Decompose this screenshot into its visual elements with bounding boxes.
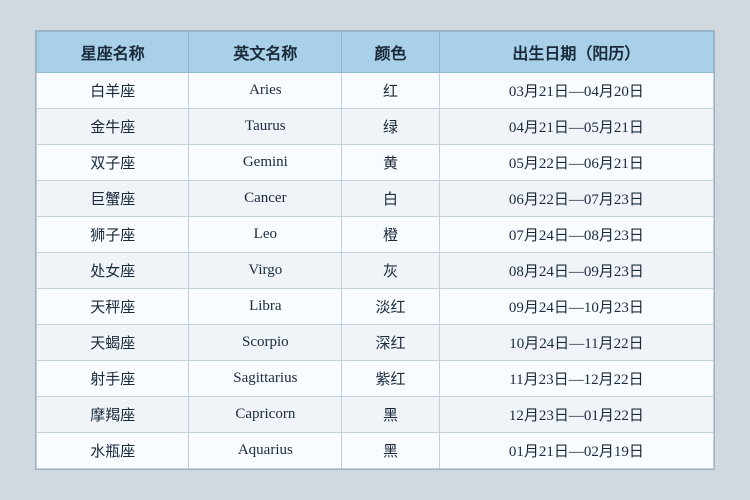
cell-r4-c1: Leo <box>189 217 342 253</box>
table-row: 摩羯座Capricorn黑12月23日—01月22日 <box>37 397 714 433</box>
table-body: 白羊座Aries红03月21日—04月20日金牛座Taurus绿04月21日—0… <box>37 73 714 469</box>
cell-r0-c1: Aries <box>189 73 342 109</box>
cell-r5-c3: 08月24日—09月23日 <box>439 253 713 289</box>
col-header-color: 颜色 <box>342 32 440 73</box>
cell-r8-c0: 射手座 <box>37 361 189 397</box>
cell-r10-c3: 01月21日—02月19日 <box>439 433 713 469</box>
cell-r1-c3: 04月21日—05月21日 <box>439 109 713 145</box>
cell-r0-c2: 红 <box>342 73 440 109</box>
col-header-english-name: 英文名称 <box>189 32 342 73</box>
cell-r3-c0: 巨蟹座 <box>37 181 189 217</box>
table-row: 双子座Gemini黄05月22日—06月21日 <box>37 145 714 181</box>
cell-r2-c1: Gemini <box>189 145 342 181</box>
cell-r6-c1: Libra <box>189 289 342 325</box>
cell-r5-c1: Virgo <box>189 253 342 289</box>
cell-r2-c0: 双子座 <box>37 145 189 181</box>
cell-r6-c3: 09月24日—10月23日 <box>439 289 713 325</box>
cell-r9-c0: 摩羯座 <box>37 397 189 433</box>
cell-r9-c1: Capricorn <box>189 397 342 433</box>
table-row: 天蝎座Scorpio深红10月24日—11月22日 <box>37 325 714 361</box>
col-header-birthdate: 出生日期（阳历） <box>439 32 713 73</box>
cell-r4-c2: 橙 <box>342 217 440 253</box>
cell-r9-c3: 12月23日—01月22日 <box>439 397 713 433</box>
cell-r5-c0: 处女座 <box>37 253 189 289</box>
table-row: 天秤座Libra淡红09月24日—10月23日 <box>37 289 714 325</box>
table-header-row: 星座名称 英文名称 颜色 出生日期（阳历） <box>37 32 714 73</box>
cell-r1-c2: 绿 <box>342 109 440 145</box>
cell-r3-c3: 06月22日—07月23日 <box>439 181 713 217</box>
cell-r8-c2: 紫红 <box>342 361 440 397</box>
cell-r1-c0: 金牛座 <box>37 109 189 145</box>
cell-r6-c2: 淡红 <box>342 289 440 325</box>
cell-r8-c1: Sagittarius <box>189 361 342 397</box>
cell-r7-c0: 天蝎座 <box>37 325 189 361</box>
cell-r10-c2: 黑 <box>342 433 440 469</box>
cell-r3-c1: Cancer <box>189 181 342 217</box>
cell-r8-c3: 11月23日—12月22日 <box>439 361 713 397</box>
table-row: 狮子座Leo橙07月24日—08月23日 <box>37 217 714 253</box>
cell-r7-c1: Scorpio <box>189 325 342 361</box>
table-row: 白羊座Aries红03月21日—04月20日 <box>37 73 714 109</box>
cell-r5-c2: 灰 <box>342 253 440 289</box>
col-header-chinese-name: 星座名称 <box>37 32 189 73</box>
cell-r10-c0: 水瓶座 <box>37 433 189 469</box>
cell-r2-c2: 黄 <box>342 145 440 181</box>
table-row: 水瓶座Aquarius黑01月21日—02月19日 <box>37 433 714 469</box>
cell-r0-c0: 白羊座 <box>37 73 189 109</box>
cell-r6-c0: 天秤座 <box>37 289 189 325</box>
cell-r3-c2: 白 <box>342 181 440 217</box>
cell-r2-c3: 05月22日—06月21日 <box>439 145 713 181</box>
zodiac-table-container: 星座名称 英文名称 颜色 出生日期（阳历） 白羊座Aries红03月21日—04… <box>35 30 715 470</box>
cell-r7-c3: 10月24日—11月22日 <box>439 325 713 361</box>
cell-r1-c1: Taurus <box>189 109 342 145</box>
cell-r0-c3: 03月21日—04月20日 <box>439 73 713 109</box>
zodiac-table: 星座名称 英文名称 颜色 出生日期（阳历） 白羊座Aries红03月21日—04… <box>36 31 714 469</box>
table-row: 巨蟹座Cancer白06月22日—07月23日 <box>37 181 714 217</box>
table-row: 射手座Sagittarius紫红11月23日—12月22日 <box>37 361 714 397</box>
cell-r9-c2: 黑 <box>342 397 440 433</box>
cell-r4-c3: 07月24日—08月23日 <box>439 217 713 253</box>
table-row: 金牛座Taurus绿04月21日—05月21日 <box>37 109 714 145</box>
table-row: 处女座Virgo灰08月24日—09月23日 <box>37 253 714 289</box>
cell-r4-c0: 狮子座 <box>37 217 189 253</box>
cell-r7-c2: 深红 <box>342 325 440 361</box>
cell-r10-c1: Aquarius <box>189 433 342 469</box>
